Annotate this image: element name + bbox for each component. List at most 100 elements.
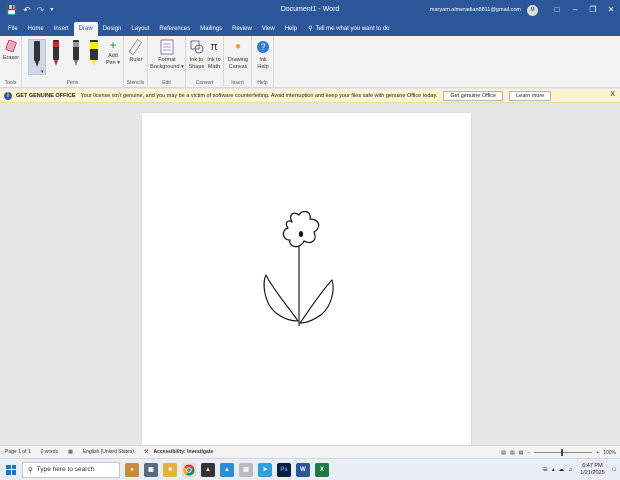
ruler-button[interactable]: Ruler [126,39,146,64]
highlighter-yellow[interactable] [88,39,100,72]
zoom-slider[interactable] [534,449,593,456]
web-layout-icon[interactable]: ▤ [519,450,524,456]
tab-help[interactable]: Help [280,22,302,36]
pen-red[interactable] [50,39,62,72]
redo-icon[interactable]: ↷ [37,5,45,15]
ink-to-math-button[interactable]: π Ink to Math [205,39,223,71]
close-icon[interactable]: ✕ [602,0,620,20]
cloud-icon[interactable]: ☁ [559,467,565,473]
tab-design[interactable]: Design [98,22,127,36]
accessibility-status[interactable]: Accessibility: Investigate [153,449,213,455]
learn-more-button[interactable]: Learn more [509,90,552,101]
date: 1/21/2025 [580,470,605,476]
get-genuine-office-button[interactable]: Get genuine Office [443,90,504,101]
eraser-button[interactable]: Eraser [1,39,21,62]
network-icon[interactable]: ☰ [543,467,548,473]
format-background-icon [160,39,174,55]
message-heading: GET GENUINE OFFICE [16,92,76,99]
tell-me-text: Tell me what you want to do [315,26,390,32]
view-icon[interactable]: ▤ [501,450,506,456]
minimize-icon[interactable]: – [566,0,584,20]
maximize-icon[interactable]: ❐ [584,0,602,20]
info-icon: i [4,91,12,100]
lightbulb-icon: ⚲ [308,26,313,32]
tell-me-search[interactable]: ⚲ Tell me what you want to do [308,22,389,36]
pen-black-selected[interactable]: ▾ [28,39,46,75]
ink-to-shape-button[interactable]: Ink to Shape [188,39,205,71]
zoom-out-icon[interactable]: – [528,450,531,456]
svg-text:?: ? [260,42,265,52]
genuine-office-message-bar: i GET GENUINE OFFICE Your license isn't … [0,89,620,103]
notifications-icon[interactable]: □ [613,467,616,473]
chevron-up-icon[interactable]: ▴ [552,467,555,473]
excel-icon[interactable]: X [315,462,329,477]
drawing-canvas-icon: ● [234,41,242,52]
clock[interactable]: 6:47 PM 1/21/2025 [580,463,604,477]
tab-layout[interactable]: Layout [126,22,154,36]
zoom-thumb[interactable] [561,449,564,456]
task-view-icon[interactable]: ▦ [144,462,158,477]
language[interactable]: English (United States) [83,449,134,455]
tab-view[interactable]: View [257,22,280,36]
ink-help-button[interactable]: ? Ink Help [253,39,273,71]
save-icon[interactable]: 💾 [6,5,17,15]
zoom-level[interactable]: 100% [603,450,616,456]
add-pen-button[interactable]: + Add Pen ▾ [104,39,122,67]
tab-home[interactable]: Home [23,22,49,36]
plus-icon: + [109,38,117,52]
left-leaf [263,274,299,322]
group-insert: ● Drawing Canvas Insert [224,36,252,88]
tab-draw[interactable]: Draw [73,22,98,36]
image-app-icon[interactable]: ▲ [220,462,234,477]
flower-petals [282,210,320,248]
pen-dropdown-icon[interactable]: ▾ [41,69,44,75]
word-taskbar-icon[interactable]: W [296,462,310,477]
volume-icon[interactable]: ♫ [568,467,572,473]
zoom-in-icon[interactable]: + [596,450,599,456]
document-page[interactable] [142,113,471,445]
squirrel-widget-icon[interactable]: ● [125,462,139,477]
read-mode-icon[interactable]: ▤ [510,450,515,456]
start-button[interactable] [0,459,22,480]
group-stencils: Ruler Stencils [124,36,148,88]
group-label-insert: Insert [231,80,244,86]
ribbon-tabs: File Home Insert Draw Design Layout Refe… [0,20,620,36]
avatar[interactable]: M [527,4,538,16]
tab-review[interactable]: Review [227,22,257,36]
proofing-icon[interactable]: ▦ [68,449,73,455]
tab-references[interactable]: References [154,22,195,36]
tab-insert[interactable]: Insert [49,22,74,36]
telegram-icon[interactable]: ➤ [258,462,272,477]
account-email[interactable]: maryam.almeradian8811@gmail.com [430,7,521,13]
file-explorer-icon[interactable]: ■ [163,462,177,477]
notepad-icon[interactable]: ▤ [239,462,253,477]
drawing-canvas-button[interactable]: ● Drawing Canvas [225,39,251,71]
lock-app-icon[interactable]: ▲ [201,462,215,477]
tab-mailings[interactable]: Mailings [195,22,227,36]
status-bar: Page 1 of 1 0 words ▦ English (United St… [0,445,620,458]
undo-icon[interactable]: ↶ [23,5,31,15]
close-message-icon[interactable]: X [610,91,615,98]
search-placeholder: Type here to search [36,466,95,473]
taskbar: ⚲ Type here to search ● ▦ ■ ▲ ▲ ▤ ➤ Ps W… [0,458,620,480]
group-label-edit: Edit [162,80,171,86]
word-count[interactable]: 0 words [41,449,59,455]
taskbar-search[interactable]: ⚲ Type here to search [22,461,120,478]
chrome-icon[interactable] [182,462,196,477]
customize-qat-icon[interactable]: ▾ [50,7,53,13]
help-icon: ? [257,41,269,53]
document-area [0,104,620,445]
ribbon-display-options-icon[interactable]: □ [548,0,566,20]
group-label-tools: Tools [4,80,17,86]
group-pens: ▾ + Add Pen ▾ Pens [22,36,124,88]
ink-drawing-flower[interactable] [142,113,471,445]
page-count[interactable]: Page 1 of 1 [5,449,31,455]
group-label-help: Help [257,80,268,86]
quick-access-toolbar: 💾 ↶ ↷ ▾ [0,5,70,15]
system-tray: ☰ ▴ ☁ ♫ 6:47 PM 1/21/2025 □ [541,459,620,480]
photoshop-icon[interactable]: Ps [277,462,291,477]
pen-gray[interactable] [70,39,82,72]
group-label-convert: Convert [195,80,214,86]
format-background-button[interactable]: Format Background ▾ [149,39,185,71]
tab-file[interactable]: File [3,22,23,36]
